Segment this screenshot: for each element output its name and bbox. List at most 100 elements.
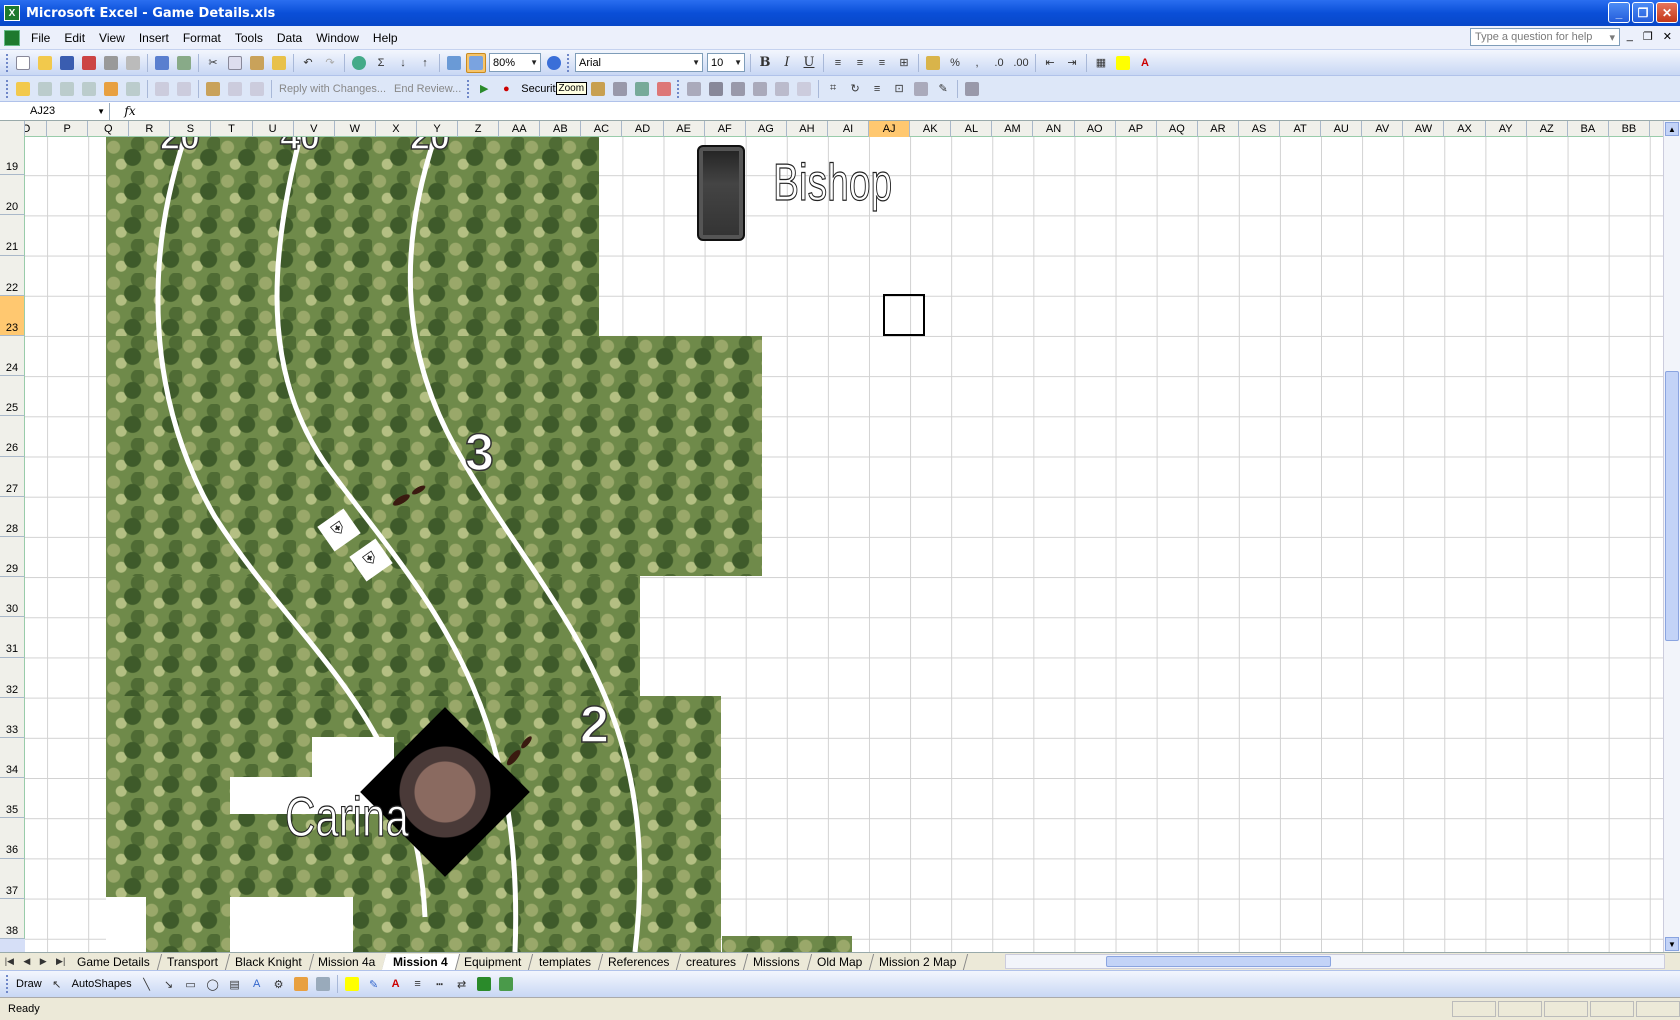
sort-descending-icon[interactable]: ↑ [415,53,435,73]
picture-tool-1[interactable] [706,79,726,99]
workbook-close-button[interactable]: ✕ [1663,30,1672,43]
tab-transport[interactable]: Transport [155,953,230,970]
menu-window[interactable]: Window [309,29,366,47]
column-header-an[interactable]: AN [1034,121,1075,137]
column-header-x[interactable]: X [376,121,417,137]
currency-icon[interactable] [923,53,943,73]
diagram-icon[interactable]: ⚙ [269,974,289,994]
end-review-button[interactable]: End Review... [390,83,465,95]
wordart-icon[interactable]: A [247,974,267,994]
review-icon-7[interactable] [174,79,194,99]
autosum-icon[interactable]: Σ [371,53,391,73]
increase-decimal-icon[interactable]: .0 [989,53,1009,73]
row-header-21[interactable]: 21 [0,215,25,256]
column-header-ar[interactable]: AR [1198,121,1239,137]
menu-format[interactable]: Format [176,29,228,47]
row-header-35[interactable]: 35 [0,778,25,819]
decrease-decimal-icon[interactable]: .00 [1011,53,1031,73]
vertical-scrollbar[interactable]: ▲ ▼ [1663,121,1680,952]
run-macro-icon[interactable]: ▶ [474,79,494,99]
picture-tool-3[interactable] [750,79,770,99]
textbox-icon[interactable]: ▤ [225,974,245,994]
permission-icon[interactable] [79,53,99,73]
zoom-select[interactable]: 80% ▼ [489,53,541,72]
percent-button[interactable]: % [945,53,965,73]
column-header-as[interactable]: AS [1239,121,1281,137]
review-icon-8[interactable] [203,79,223,99]
selected-cell-aj23[interactable] [883,294,925,336]
comma-button[interactable]: , [967,53,987,73]
row-header-34[interactable]: 34 [0,738,25,779]
undo-icon[interactable]: ↶ [298,53,318,73]
print-icon[interactable] [101,53,121,73]
align-center-icon[interactable]: ≡ [850,53,870,73]
scroll-up-button[interactable]: ▲ [1665,122,1679,136]
workbook-minimize-button[interactable]: _ [1627,30,1633,43]
first-sheet-icon[interactable]: |◀ [5,956,14,967]
font-color-draw-icon[interactable]: A [386,974,406,994]
column-header-q[interactable]: Q [88,121,130,137]
vehicle-bishop-icon[interactable] [697,145,745,241]
paste-icon[interactable] [247,53,267,73]
review-icon-5[interactable] [123,79,143,99]
menu-file[interactable]: File [24,29,57,47]
column-header-ad[interactable]: AD [623,121,664,137]
font-size-select[interactable]: 10 ▼ [707,53,745,72]
worksheet-grid[interactable]: 20 40 20 3 2 Bishop ⛨ ⛨ Carina [25,137,1663,952]
tab-old-map[interactable]: Old Map [805,953,875,970]
row-header-32[interactable]: 32 [0,657,25,698]
italic-button[interactable]: I [777,53,797,73]
column-header-ak[interactable]: AK [910,121,952,137]
row-header-22[interactable]: 22 [0,255,25,296]
row-header-33[interactable]: 33 [0,697,25,738]
tab-missions[interactable]: Missions [742,953,813,970]
toolbar-grip[interactable] [6,53,9,72]
column-header-w[interactable]: W [335,121,376,137]
autoshapes-menu-button[interactable]: AutoShapes [68,978,136,990]
last-sheet-icon[interactable]: ▶| [56,956,65,967]
cut-icon[interactable]: ✂ [203,53,223,73]
crop-icon[interactable]: ⌗ [823,79,843,99]
shadow-style-icon[interactable] [474,974,494,994]
menu-data[interactable]: Data [270,29,309,47]
line-style-draw-icon[interactable]: ≡ [408,974,428,994]
row-header-37[interactable]: 37 [0,858,25,899]
review-icon-3[interactable] [79,79,99,99]
column-header-ao[interactable]: AO [1075,121,1116,137]
format-painter-icon[interactable] [269,53,289,73]
align-left-icon[interactable]: ≡ [828,53,848,73]
help-icon[interactable] [544,53,564,73]
column-header-aw[interactable]: AW [1403,121,1445,137]
open-folder-icon[interactable] [13,79,33,99]
column-header-ba[interactable]: BA [1568,121,1609,137]
column-header-ag[interactable]: AG [746,121,787,137]
minimize-button[interactable]: _ [1608,2,1630,23]
review-icon-4[interactable] [101,79,121,99]
menu-help[interactable]: Help [366,29,405,47]
picture-icon[interactable] [684,79,704,99]
name-box[interactable]: AJ23 ▼ [0,102,110,120]
arrow-style-icon[interactable]: ⇄ [452,974,472,994]
close-button[interactable]: ✕ [1656,2,1678,23]
row-header-29[interactable]: 29 [0,537,25,578]
prev-sheet-icon[interactable]: ◀ [23,956,30,967]
row-header-36[interactable]: 36 [0,818,25,859]
column-header-p[interactable]: P [47,121,89,137]
fill-color-icon[interactable] [1113,53,1133,73]
tab-game-details[interactable]: Game Details [65,953,162,970]
column-header-r[interactable]: R [129,121,171,137]
security-button[interactable]: Securit [517,83,559,95]
fill-color-draw-icon[interactable] [342,974,362,994]
column-header-ab[interactable]: AB [540,121,582,137]
workbook-icon[interactable] [4,29,20,46]
column-header-au[interactable]: AU [1321,121,1363,137]
tab-mission-4a[interactable]: Mission 4a [307,953,388,970]
toolbar-grip[interactable] [677,79,680,98]
select-objects-icon[interactable]: ↖ [47,974,67,994]
review-icon-6[interactable] [152,79,172,99]
bold-button[interactable]: B [755,53,775,73]
formula-input[interactable] [150,103,1680,120]
tab-mission-4[interactable]: Mission 4 [381,953,460,970]
tab-equipment[interactable]: Equipment [453,953,534,970]
insert-picture-icon[interactable] [313,974,333,994]
